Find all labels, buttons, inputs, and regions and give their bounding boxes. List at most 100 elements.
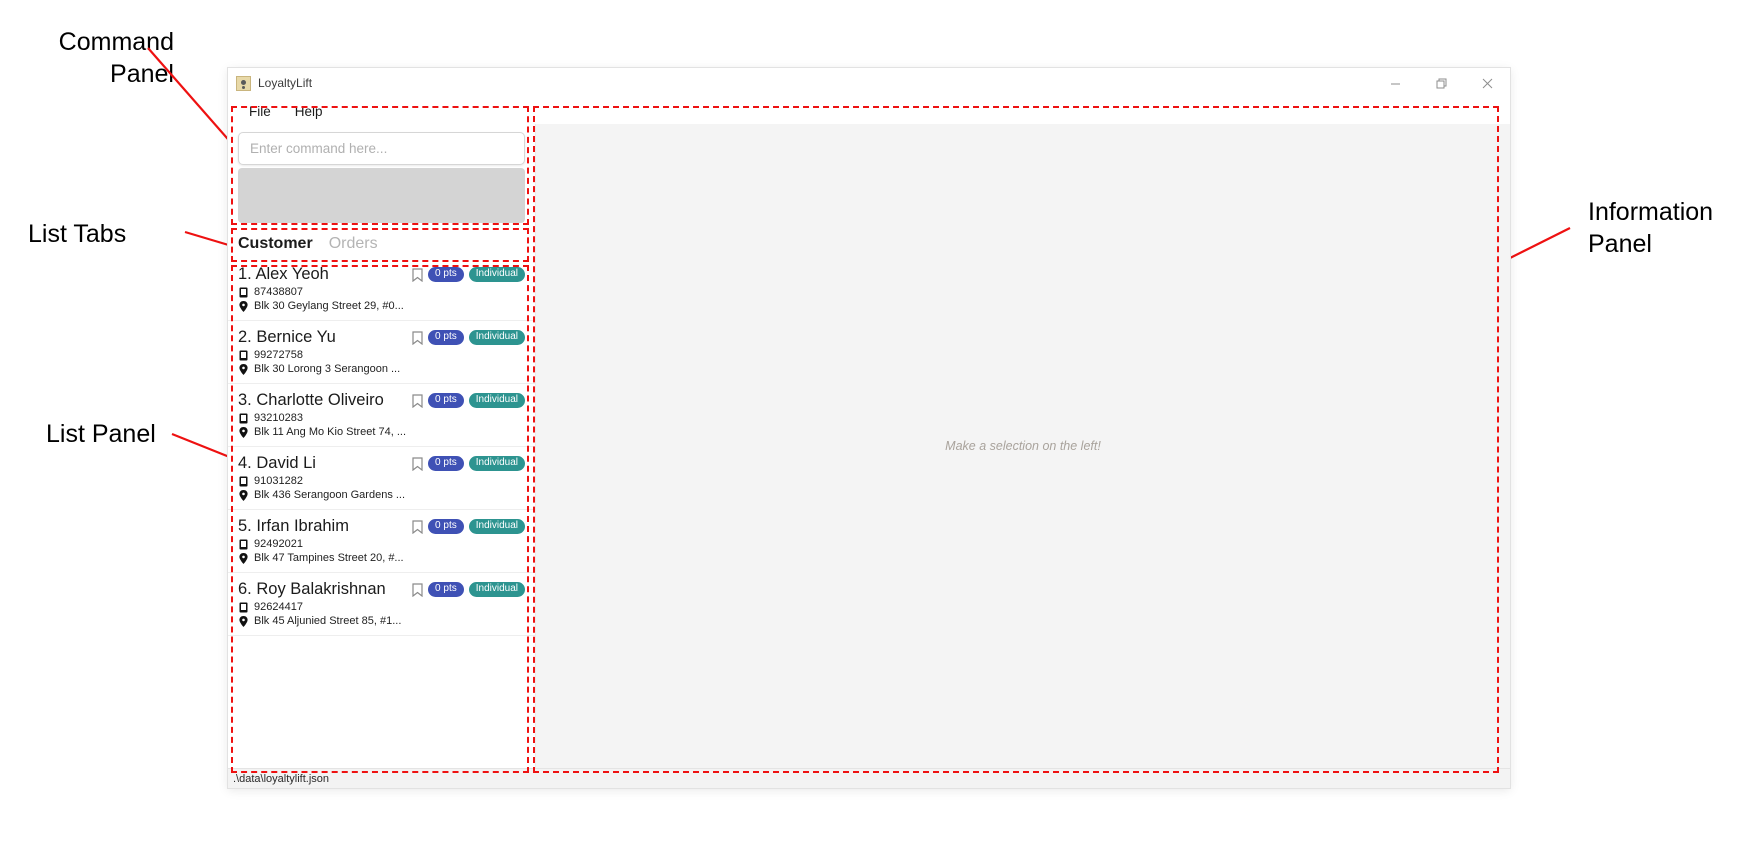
close-icon[interactable]: [1464, 68, 1510, 98]
list-item-phone: 92624417: [254, 601, 303, 613]
info-panel-placeholder: Make a selection on the left!: [945, 439, 1101, 453]
list-item-address: Blk 45 Aljunied Street 85, #1...: [254, 615, 402, 627]
list-item-phone-row: 92624417: [238, 601, 525, 613]
list-item-topline: 6. Roy Balakrishnan 0 pts Individual: [238, 580, 525, 599]
location-pin-icon: [238, 300, 249, 312]
list-item-topline: 4. David Li 0 pts Individual: [238, 454, 525, 473]
list-item[interactable]: 5. Irfan Ibrahim 0 pts Individual 92492021 B…: [228, 510, 535, 573]
list-panel[interactable]: 1. Alex Yeoh 0 pts Individual 87438807 Blk 3…: [228, 258, 535, 768]
phone-icon: [238, 539, 249, 550]
tier-badge: Individual: [468, 393, 525, 408]
list-item-badges: 0 pts Individual: [412, 267, 525, 282]
list-item-phone: 92492021: [254, 538, 303, 550]
list-item[interactable]: 1. Alex Yeoh 0 pts Individual 87438807 Blk 3…: [228, 258, 535, 321]
status-bar: .\data\loyaltylift.json: [228, 768, 1510, 788]
list-item-topline: 5. Irfan Ibrahim 0 pts Individual: [238, 517, 525, 536]
bookmark-icon[interactable]: [412, 519, 423, 534]
list-tabs: Customer Orders: [228, 229, 535, 258]
phone-icon: [238, 602, 249, 613]
list-item-badges: 0 pts Individual: [412, 393, 525, 408]
annotation-label-list-tabs: List Tabs: [28, 220, 127, 248]
list-item-address-row: Blk 47 Tampines Street 20, #...: [238, 552, 525, 564]
list-item-name: 2. Bernice Yu: [238, 328, 336, 346]
tier-badge: Individual: [468, 456, 525, 471]
list-item-badges: 0 pts Individual: [412, 456, 525, 471]
list-item-name: 1. Alex Yeoh: [238, 265, 329, 283]
list-item-name: 3. Charlotte Oliveiro: [238, 391, 384, 409]
application-window: LoyaltyLift File Help Enter command here…: [228, 68, 1510, 788]
tier-badge: Individual: [468, 330, 525, 345]
phone-icon: [238, 413, 249, 424]
list-item-address: Blk 30 Lorong 3 Serangoon ...: [254, 363, 401, 375]
tier-badge: Individual: [468, 519, 525, 534]
points-badge: 0 pts: [428, 330, 464, 345]
list-item-phone-row: 87438807: [238, 286, 525, 298]
result-display: [238, 168, 525, 223]
location-pin-icon: [238, 552, 249, 564]
list-item-badges: 0 pts Individual: [412, 330, 525, 345]
menu-item-help[interactable]: Help: [286, 102, 332, 121]
points-badge: 0 pts: [428, 582, 464, 597]
tab-customer[interactable]: Customer: [238, 235, 313, 253]
list-item-phone: 91031282: [254, 475, 303, 487]
bookmark-icon[interactable]: [412, 456, 423, 471]
annotation-label-list-panel: List Panel: [46, 420, 156, 448]
list-item-index: 6.: [238, 580, 252, 598]
command-input[interactable]: [238, 132, 525, 165]
list-item-phone: 93210283: [254, 412, 303, 424]
menu-bar: File Help: [228, 98, 1510, 124]
list-item-phone-row: 91031282: [238, 475, 525, 487]
list-item-phone-row: 93210283: [238, 412, 525, 424]
person-card-icon: [236, 75, 251, 91]
list-item-address: Blk 30 Geylang Street 29, #0...: [254, 300, 404, 312]
points-badge: 0 pts: [428, 393, 464, 408]
annotation-label-information-panel: Information Panel: [1588, 198, 1714, 258]
list-item-index: 2.: [238, 328, 252, 346]
list-item-phone: 87438807: [254, 286, 303, 298]
list-item[interactable]: 4. David Li 0 pts Individual 91031282 Blk 43…: [228, 447, 535, 510]
left-column: Customer Orders 1. Alex Yeoh 0 pts Individ…: [228, 124, 535, 768]
location-pin-icon: [238, 489, 249, 501]
menu-item-file[interactable]: File: [240, 102, 280, 121]
title-bar-left: LoyaltyLift: [228, 75, 313, 91]
points-badge: 0 pts: [428, 267, 464, 282]
bookmark-icon[interactable]: [412, 330, 423, 345]
points-badge: 0 pts: [428, 456, 464, 471]
title-bar: LoyaltyLift: [228, 68, 1510, 98]
phone-icon: [238, 350, 249, 361]
list-item-index: 3.: [238, 391, 252, 409]
location-pin-icon: [238, 363, 249, 375]
list-item-badges: 0 pts Individual: [412, 519, 525, 534]
bookmark-icon[interactable]: [412, 393, 423, 408]
list-item[interactable]: 6. Roy Balakrishnan 0 pts Individual 926244…: [228, 573, 535, 636]
bookmark-icon[interactable]: [412, 267, 423, 282]
window-body: Customer Orders 1. Alex Yeoh 0 pts Individ…: [228, 124, 1510, 768]
annotation-label-command-panel: Command Panel: [58, 28, 174, 88]
tier-badge: Individual: [468, 267, 525, 282]
list-item-name: 5. Irfan Ibrahim: [238, 517, 349, 535]
restore-icon[interactable]: [1418, 68, 1464, 98]
minimize-icon[interactable]: [1372, 68, 1418, 98]
list-item-address-row: Blk 30 Geylang Street 29, #0...: [238, 300, 525, 312]
list-item-index: 5.: [238, 517, 252, 535]
phone-icon: [238, 287, 249, 298]
list-item-name: 4. David Li: [238, 454, 316, 472]
information-panel: Make a selection on the left!: [535, 124, 1510, 768]
command-panel: [228, 124, 535, 229]
list-item-address-row: Blk 45 Aljunied Street 85, #1...: [238, 615, 525, 627]
list-item-address: Blk 11 Ang Mo Kio Street 74, ...: [254, 426, 407, 438]
tier-badge: Individual: [468, 582, 525, 597]
list-item-address-row: Blk 436 Serangoon Gardens ...: [238, 489, 525, 501]
tab-orders[interactable]: Orders: [329, 235, 378, 253]
bookmark-icon[interactable]: [412, 582, 423, 597]
window-title: LoyaltyLift: [258, 76, 313, 90]
list-item[interactable]: 2. Bernice Yu 0 pts Individual 99272758 Blk …: [228, 321, 535, 384]
list-item-phone: 99272758: [254, 349, 303, 361]
list-item-address-row: Blk 11 Ang Mo Kio Street 74, ...: [238, 426, 525, 438]
list-item-phone-row: 92492021: [238, 538, 525, 550]
location-pin-icon: [238, 615, 249, 627]
list-item-name: 6. Roy Balakrishnan: [238, 580, 386, 598]
list-item[interactable]: 3. Charlotte Oliveiro 0 pts Individual 9321…: [228, 384, 535, 447]
list-item-address-row: Blk 30 Lorong 3 Serangoon ...: [238, 363, 525, 375]
location-pin-icon: [238, 426, 249, 438]
